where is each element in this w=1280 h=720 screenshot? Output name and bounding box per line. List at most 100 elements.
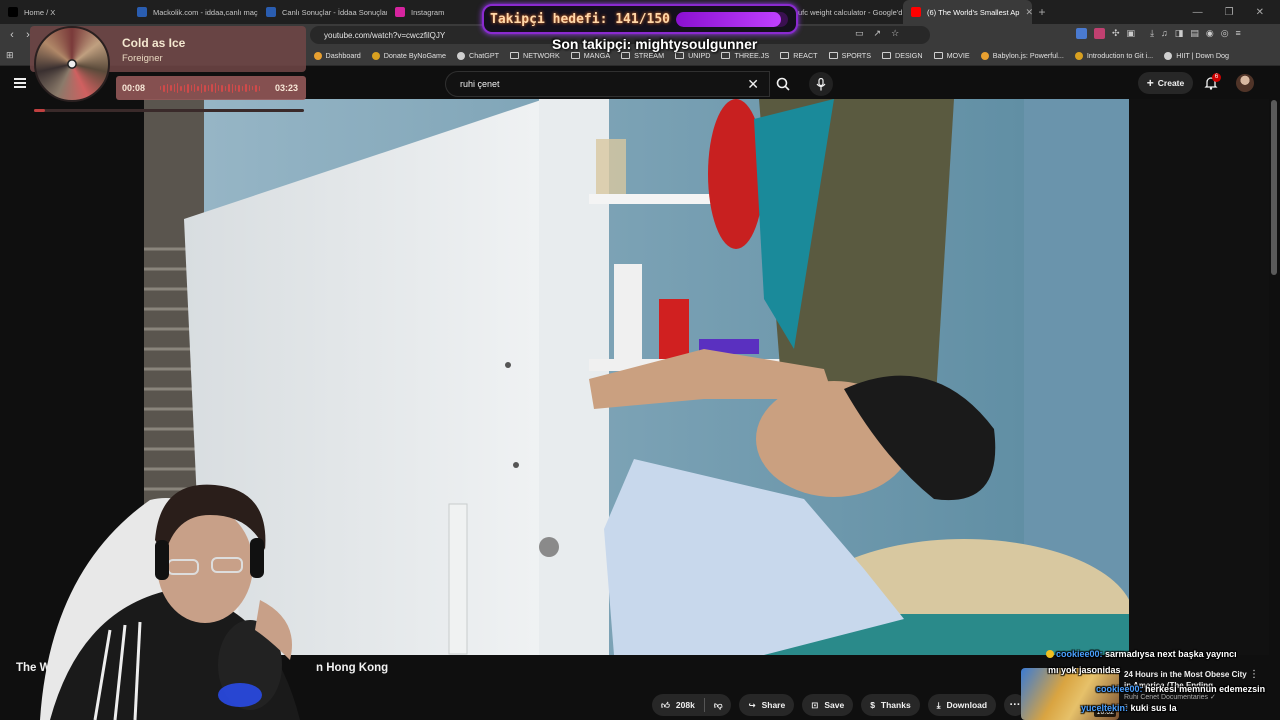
like-dislike-group: 👍︎ 208k 👎︎ [652, 694, 732, 716]
extension-icon[interactable] [1094, 28, 1105, 39]
bookmark-link[interactable]: Introduction to Git i... [1074, 51, 1154, 60]
apps-grid-icon[interactable]: ⊞ [6, 50, 14, 61]
cast-icon[interactable]: ▭ [855, 28, 864, 39]
tab-label: Mackolik.com - iddaa,canlı maç [153, 7, 258, 17]
search-box[interactable]: ruhi çenet ✕ [445, 71, 770, 97]
bookmark-folder[interactable]: MANGA [570, 51, 610, 60]
profile-icon[interactable]: ◎ [1221, 28, 1229, 39]
waveform [160, 83, 261, 93]
menu-icon[interactable] [14, 78, 26, 88]
create-button[interactable]: + Create [1138, 72, 1193, 94]
search-button[interactable] [766, 71, 800, 97]
save-button[interactable]: ⊡ Save [802, 694, 854, 716]
bookmark-label: SPORTS [841, 51, 871, 60]
chat-message: mı yok jasonidas [1048, 665, 1121, 675]
extension-icon[interactable] [1076, 28, 1087, 39]
song-artist: Foreigner [122, 53, 163, 64]
share-label: Share [761, 700, 786, 710]
favicon-icon [1074, 51, 1083, 60]
bookmark-link[interactable]: ChatGPT [457, 51, 499, 60]
bookmark-folder[interactable]: STREAM [621, 51, 664, 60]
bookmark-folder[interactable]: MOVIE [933, 51, 970, 60]
bookmark-folder[interactable]: UNIPD [675, 51, 710, 60]
recommended-menu-icon[interactable]: ⋮ [1249, 669, 1259, 680]
song-title: Cold as Ice [122, 36, 186, 50]
voice-search-button[interactable] [809, 72, 833, 96]
extensions-bar: ✣ ▣ ⤓ ♫ ◨ ▤ ◉ ◎ ≡ [1076, 28, 1241, 39]
favicon-icon [313, 51, 322, 60]
account-avatar[interactable] [1236, 74, 1254, 92]
sidebar-icon[interactable]: ◨ [1175, 28, 1184, 39]
search-icon [776, 77, 790, 91]
album-art [34, 26, 110, 102]
clear-search-icon[interactable]: ✕ [747, 76, 759, 93]
create-label: Create [1157, 78, 1185, 88]
browser-tab[interactable]: Mackolik.com - iddaa,canlı maç [129, 0, 258, 24]
vpn-icon[interactable]: ◉ [1206, 28, 1214, 39]
bookmark-folder[interactable]: THREE.JS [721, 51, 769, 60]
chat-message: cookiee00: sarmadıysa next başka yayıncı [1046, 648, 1237, 660]
folder-icon [780, 52, 790, 59]
folder-icon [882, 52, 891, 59]
dislike-button[interactable]: 👎︎ [705, 700, 732, 711]
bookmark-label: Donate ByNoGame [383, 51, 447, 60]
download-label: Download [946, 700, 988, 710]
minimize-icon[interactable]: — [1193, 7, 1203, 18]
page-scrollbar[interactable] [1271, 100, 1277, 275]
bookmark-link[interactable]: Donate ByNoGame [371, 51, 447, 60]
song-progress-fill [34, 109, 45, 112]
close-window-icon[interactable]: ✕ [1256, 7, 1264, 18]
bookmark-label: STREAM [634, 51, 665, 60]
bookmark-link[interactable]: Babylon.js: Powerful... [980, 51, 1064, 60]
url-text: youtube.com/watch?v=cwczfilQJY [324, 30, 446, 40]
bookmark-link[interactable]: Dashboard [313, 51, 361, 60]
share-button[interactable]: ↪ Share [739, 694, 795, 716]
download-icon[interactable]: ⤓ [1150, 28, 1154, 39]
brave-menu-icon[interactable]: ≡ [1236, 28, 1241, 39]
save-label: Save [824, 700, 845, 710]
bookmark-star-icon[interactable]: ☆ [891, 28, 899, 39]
new-tab-button[interactable]: + [1032, 5, 1052, 19]
screenshot-icon[interactable]: ▣ [1127, 28, 1136, 39]
download-button[interactable]: ⤓ Download [927, 694, 997, 716]
bookmark-label: ChatGPT [469, 51, 500, 60]
chat-message: yuceltekin: kuki sus la [1081, 703, 1177, 713]
thanks-button[interactable]: $ Thanks [861, 694, 920, 716]
bookmark-folder[interactable]: DESIGN [882, 51, 923, 60]
now-playing-widget: Cold as Ice Foreigner 00:08 03:23 [30, 26, 306, 114]
bookmark-link[interactable]: HIIT | Down Dog [1164, 51, 1229, 60]
bookmark-label: THREE.JS [734, 51, 770, 60]
browser-tab[interactable]: Canlı Sonuçlar - İddaa Sonuçlar [258, 0, 387, 24]
favicon-icon [371, 51, 380, 60]
music-icon[interactable]: ♫ [1161, 28, 1168, 39]
omnibox-actions: ▭ ↗ ☆ [855, 28, 899, 39]
bookmark-label: DESIGN [895, 51, 923, 60]
maximize-icon[interactable]: ❐ [1225, 7, 1234, 18]
puzzle-icon[interactable]: ✣ [1112, 28, 1120, 39]
browser-tab[interactable]: (6) The World's Smallest Ap ✕ [903, 0, 1032, 24]
bookmark-folder[interactable]: REACT [780, 51, 818, 60]
follower-goal-bar [676, 12, 788, 27]
folder-icon [675, 52, 685, 59]
bookmark-label: Babylon.js: Powerful... [992, 51, 1064, 60]
folder-icon [721, 52, 731, 59]
chat-message: cookiee00: herkesi memnun edemezsin [1096, 684, 1266, 694]
bookmark-folder[interactable]: NETWORK [510, 51, 560, 60]
bookmark-folder[interactable]: SPORTS [828, 51, 871, 60]
instagram-icon [395, 7, 405, 17]
bookmark-label: Introduction to Git i... [1086, 51, 1154, 60]
close-tab-icon[interactable]: ✕ [1025, 7, 1032, 18]
more-horizontal-icon: ··· [1009, 699, 1021, 711]
search-input[interactable]: ruhi çenet [460, 79, 500, 89]
back-icon[interactable]: ‹ [4, 29, 20, 41]
folder-icon [828, 52, 838, 59]
share-arrow-icon: ↪ [748, 699, 756, 710]
follower-goal-fill [676, 12, 782, 27]
browser-tab[interactable]: Home / X [0, 0, 129, 24]
share-icon[interactable]: ↗ [874, 28, 882, 39]
bookmark-label: MOVIE [946, 51, 970, 60]
folder-icon [570, 52, 580, 59]
like-button[interactable]: 👍︎ 208k [652, 700, 704, 711]
total-time: 03:23 [274, 83, 298, 93]
wallet-icon[interactable]: ▤ [1190, 28, 1199, 39]
